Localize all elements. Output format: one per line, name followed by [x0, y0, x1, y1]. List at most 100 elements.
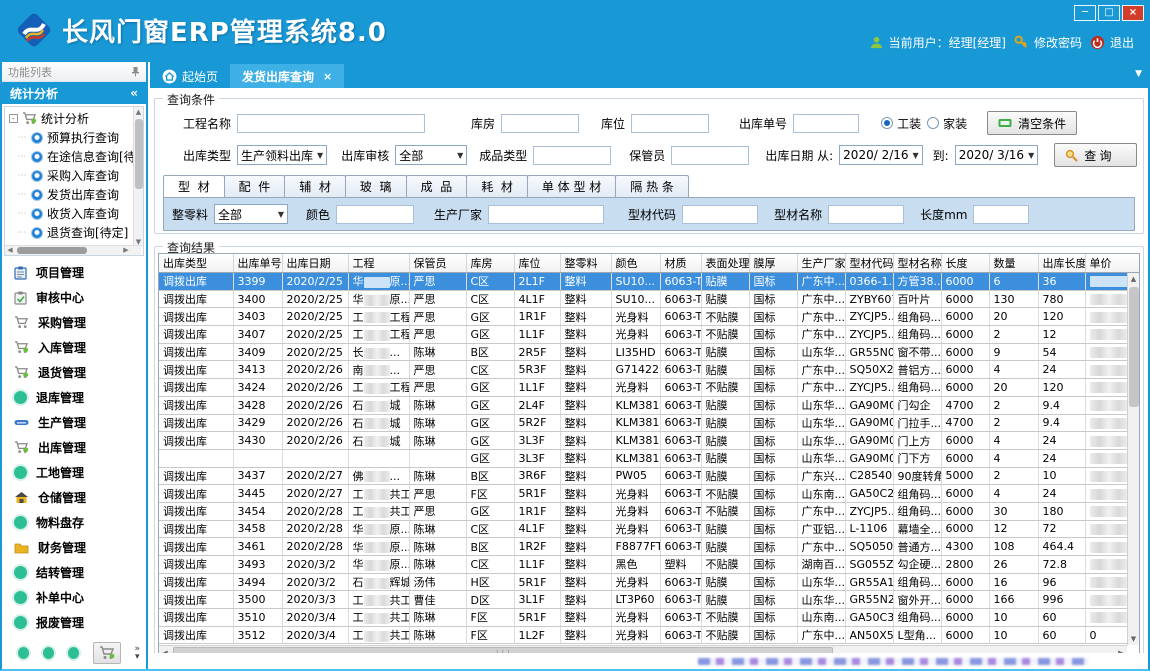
search-button[interactable]: 查 询: [1054, 143, 1137, 167]
tree-vertical-scrollbar[interactable]: ▲ ▼: [133, 107, 143, 247]
scroll-up-icon[interactable]: ▲: [1128, 273, 1139, 285]
tree-item-5[interactable]: ⋯ 退货查询[待定]: [9, 223, 143, 242]
material-tab-3[interactable]: 玻 璃: [345, 175, 407, 197]
column-header-4[interactable]: 保管员: [409, 254, 466, 273]
collapse-panel-button[interactable]: «: [130, 86, 138, 100]
table-row[interactable]: 调拨出库34132020/2/26南...严思C区5R3F整料G71422606…: [159, 361, 1140, 379]
table-row[interactable]: 调拨出库35102020/3/4工共工程陈琳F区5R1F整料光身料6063-T5…: [159, 609, 1140, 627]
table-row[interactable]: 调拨出库34292020/2/26石城陈琳G区5R2F整料KLM38176063…: [159, 414, 1140, 432]
table-row[interactable]: 调拨出库34032020/2/25工工程严思G区1R1F整料光身料6063-T5…: [159, 308, 1140, 326]
sidebar-item-14[interactable]: 报废管理: [2, 610, 146, 635]
tab-close-icon[interactable]: ×: [323, 70, 332, 83]
change-password-button[interactable]: 修改密码: [1014, 34, 1082, 51]
column-header-5[interactable]: 库房: [466, 254, 514, 273]
tab-shipment-outbound-query[interactable]: 发货出库查询 ×: [230, 64, 344, 88]
module-dot-icon[interactable]: [68, 647, 79, 659]
material-tab-7[interactable]: 隔 热 条: [615, 175, 689, 197]
radio-gongzhuang[interactable]: 工装: [881, 115, 921, 132]
tree-item-3[interactable]: ⋯ 发货出库查询: [9, 185, 143, 204]
table-row[interactable]: 调拨出库34092020/2/25长...陈琳B区2R5F整料LI35HD606…: [159, 343, 1140, 361]
warehouse-input[interactable]: [501, 114, 579, 133]
color-input[interactable]: [336, 205, 414, 224]
radio-jiazhuang[interactable]: 家装: [927, 115, 967, 132]
column-header-7[interactable]: 整零料: [560, 254, 611, 273]
location-input[interactable]: [631, 114, 709, 133]
grid-vertical-scrollbar[interactable]: ▲ ▼: [1127, 273, 1139, 645]
sidebar-item-1[interactable]: 审核中心: [2, 285, 146, 310]
pin-icon[interactable]: [131, 66, 140, 77]
out-type-select[interactable]: 生产领料出库▼: [237, 145, 327, 165]
tree-expander-icon[interactable]: -: [9, 114, 18, 123]
material-tab-2[interactable]: 辅 材: [284, 175, 346, 197]
table-row[interactable]: 调拨出库34002020/2/25华原...严思C区4L1F整料SU10...6…: [159, 290, 1140, 308]
column-header-0[interactable]: 出库类型: [159, 254, 233, 273]
sidebar-item-6[interactable]: 生产管理: [2, 410, 146, 435]
table-row[interactable]: 调拨出库34242020/2/26工工程严思G区1L1F整料光身料6063-T5…: [159, 379, 1140, 397]
table-row[interactable]: 调拨出库34072020/2/25工工程严思G区1L1F整料光身料6063-T5…: [159, 326, 1140, 344]
sidebar-item-12[interactable]: 结转管理: [2, 560, 146, 585]
tree-root-statistics[interactable]: - 统计分析: [9, 109, 143, 128]
more-modules-button[interactable]: »▾: [135, 645, 141, 661]
material-tab-1[interactable]: 配 件: [224, 175, 286, 197]
tab-home[interactable]: 起始页: [150, 64, 230, 88]
tree-item-4[interactable]: ⋯ 收货入库查询: [9, 204, 143, 223]
table-row[interactable]: 调拨出库34932020/3/2华原...陈琳C区1L1F整料黑色塑料不贴膜国标…: [159, 556, 1140, 574]
column-header-2[interactable]: 出库日期: [282, 254, 348, 273]
profile-code-input[interactable]: [682, 205, 758, 224]
audit-select[interactable]: 全部▼: [395, 145, 467, 165]
logout-button[interactable]: 退出: [1090, 34, 1134, 51]
table-row[interactable]: 调拨出库34542020/2/28工共工程严思G区1R1F整料光身料6063-T…: [159, 502, 1140, 520]
cart-module-button[interactable]: [93, 642, 121, 664]
profile-name-input[interactable]: [828, 205, 904, 224]
scroll-down-icon[interactable]: ▼: [1128, 633, 1139, 645]
table-row[interactable]: 调拨出库34282020/2/26石城陈琳G区2L4F整料KLM38176063…: [159, 396, 1140, 414]
table-row[interactable]: 调拨出库35002020/3/3工共工程曹佳D区3L1F整料LT3P606063…: [159, 591, 1140, 609]
order-no-input[interactable]: [793, 114, 859, 133]
tree-horizontal-scrollbar[interactable]: ◀ ▶: [5, 245, 141, 255]
sidebar-item-0[interactable]: 项目管理: [2, 260, 146, 285]
column-header-15[interactable]: 长度: [941, 254, 989, 273]
column-header-14[interactable]: 型材名称: [893, 254, 941, 273]
material-tab-6[interactable]: 单 体 型 材: [527, 175, 616, 197]
column-header-11[interactable]: 膜厚: [749, 254, 797, 273]
close-button[interactable]: ×: [1122, 5, 1144, 21]
maximize-button[interactable]: □: [1098, 5, 1120, 21]
table-row[interactable]: 调拨出库34582020/2/28华原...陈琳C区4L1F整料光身料6063-…: [159, 520, 1140, 538]
sidebar-item-4[interactable]: 退货管理: [2, 360, 146, 385]
scroll-right-icon[interactable]: ▶: [121, 246, 131, 255]
column-header-6[interactable]: 库位: [514, 254, 560, 273]
keeper-input[interactable]: [671, 146, 749, 165]
tree-item-2[interactable]: ⋯ 采购入库查询: [9, 166, 143, 185]
column-header-8[interactable]: 颜色: [611, 254, 660, 273]
sidebar-item-5[interactable]: 退库管理: [2, 385, 146, 410]
table-row[interactable]: 调拨出库34372020/2/27佛...陈琳B区3R6F整料PW056063-…: [159, 467, 1140, 485]
column-header-1[interactable]: 出库单号: [233, 254, 282, 273]
tree-item-1[interactable]: ⋯ 在途信息查询[待: [9, 147, 143, 166]
material-tab-5[interactable]: 耗 材: [466, 175, 528, 197]
table-row[interactable]: 调拨出库34302020/2/26石城陈琳G区3L3F整料KLM38176063…: [159, 432, 1140, 450]
material-tab-4[interactable]: 成 品: [406, 175, 468, 197]
product-type-input[interactable]: [533, 146, 611, 165]
column-header-13[interactable]: 型材代码: [845, 254, 893, 273]
module-dot-icon[interactable]: [18, 647, 29, 659]
column-header-3[interactable]: 工程: [348, 254, 409, 273]
project-name-input[interactable]: [237, 114, 425, 133]
table-row[interactable]: 调拨出库33992020/2/25华原...严思C区2L1F整料SU10...6…: [159, 273, 1140, 291]
tree-item-0[interactable]: ⋯ 预算执行查询: [9, 128, 143, 147]
column-header-18[interactable]: 单价: [1085, 254, 1140, 273]
maker-input[interactable]: [488, 205, 604, 224]
minimize-button[interactable]: ─: [1074, 5, 1096, 21]
column-header-16[interactable]: 数量: [989, 254, 1038, 273]
sidebar-item-11[interactable]: 财务管理: [2, 535, 146, 560]
clear-conditions-button[interactable]: 清空条件: [987, 111, 1077, 135]
length-input[interactable]: [973, 205, 1029, 224]
column-header-9[interactable]: 材质: [660, 254, 701, 273]
sidebar-item-9[interactable]: 仓储管理: [2, 485, 146, 510]
sidebar-item-10[interactable]: 物料盘存: [2, 510, 146, 535]
column-header-17[interactable]: 出库长度: [1038, 254, 1085, 273]
date-to-picker[interactable]: 2020/ 3/16▼: [955, 145, 1039, 165]
sidebar-item-2[interactable]: 采购管理: [2, 310, 146, 335]
table-row[interactable]: 调拨出库34942020/3/2石辉城汤伟H区5R1F整料光身料6063-T5贴…: [159, 573, 1140, 591]
date-from-picker[interactable]: 2020/ 2/16▼: [839, 145, 923, 165]
table-row[interactable]: G区3L3F整料KLM38176063-T5贴膜国标山东华...GA90M09.…: [159, 449, 1140, 467]
